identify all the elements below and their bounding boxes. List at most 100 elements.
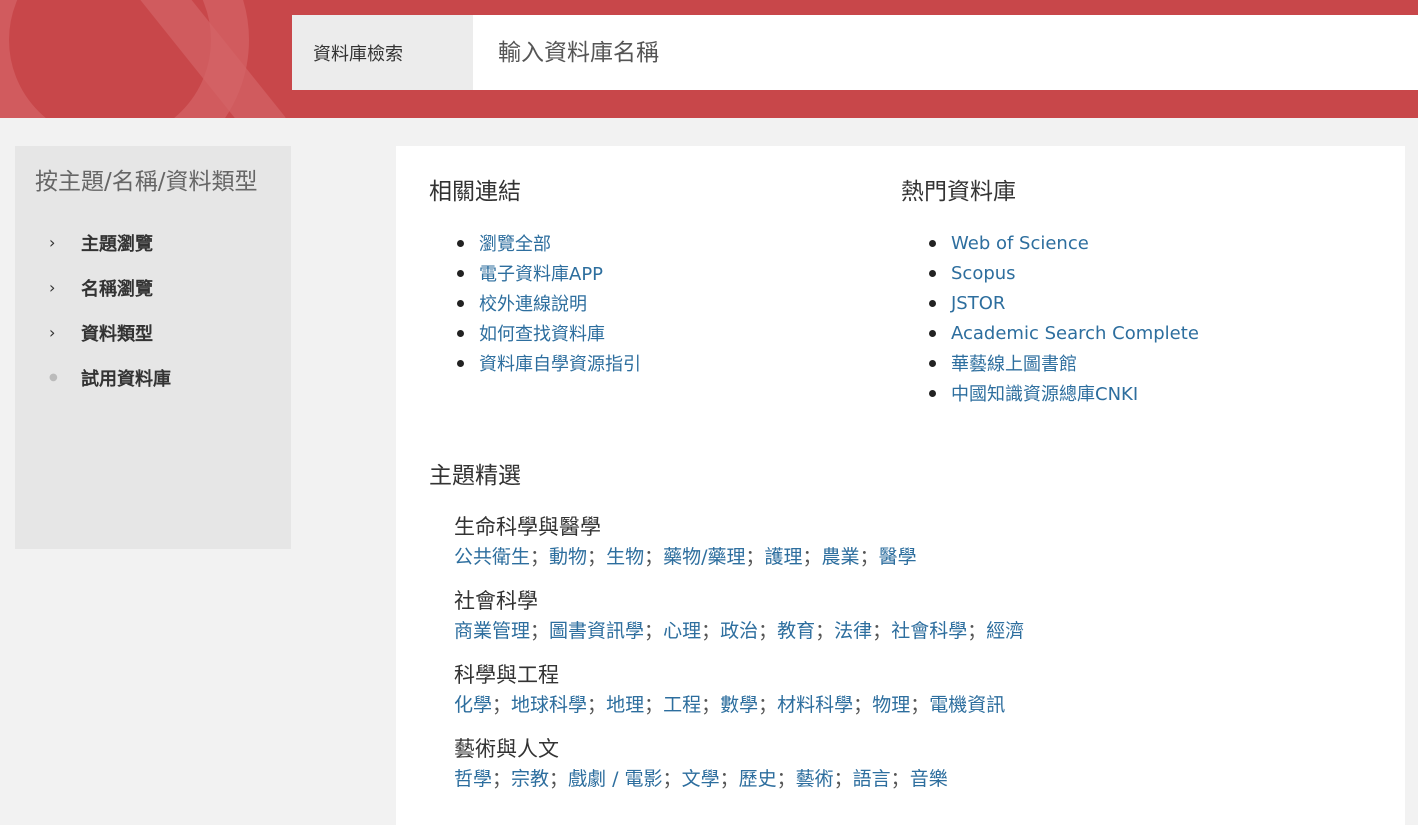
topic-link[interactable]: 地球科學 [511, 694, 587, 716]
topic-link[interactable]: 藝術 [796, 768, 834, 790]
link-web-of-science[interactable]: Web of Science [951, 233, 1089, 254]
sidebar-item-data-type[interactable]: › 資料類型 [35, 310, 271, 355]
sidebar-title: 按主題/名稱/資料類型 [35, 169, 258, 195]
list-item: 電子資料庫APP [429, 258, 869, 288]
topic-separator: ； [492, 694, 512, 716]
popular-databases-section: 熱門資料庫 Web of Science Scopus JSTOR Academ… [901, 176, 1381, 408]
list-item: Academic Search Complete [901, 318, 1381, 348]
list-item: JSTOR [901, 288, 1381, 318]
related-links-title: 相關連結 [429, 179, 521, 205]
link-airiti-library[interactable]: 華藝線上圖書館 [951, 350, 1077, 376]
search-input[interactable] [473, 15, 1418, 90]
topic-separator: ； [587, 546, 607, 568]
topic-link[interactable]: 護理 [765, 546, 803, 568]
topic-separator: ； [745, 546, 765, 568]
topic-separator: ； [549, 768, 569, 790]
topic-separator: ； [872, 620, 892, 642]
topic-link[interactable]: 社會科學 [891, 620, 967, 642]
sidebar-item-name-browse[interactable]: › 名稱瀏覽 [35, 265, 271, 310]
topic-group: 科學與工程 化學；地球科學；地理；工程；數學；材料科學；物理；電機資訊 [454, 660, 1369, 720]
topic-link[interactable]: 動物 [549, 546, 587, 568]
topic-heading: 社會科學 [454, 589, 538, 613]
link-off-campus-access[interactable]: 校外連線說明 [479, 290, 587, 316]
topic-link[interactable]: 戲劇 / 電影 [568, 768, 662, 790]
link-jstor[interactable]: JSTOR [951, 293, 1005, 314]
topic-link[interactable]: 語言 [853, 768, 891, 790]
chevron-right-icon: › [49, 278, 56, 297]
topic-link[interactable]: 電機資訊 [929, 694, 1005, 716]
topic-link[interactable]: 物理 [872, 694, 910, 716]
topic-link[interactable]: 藥物/藥理 [663, 546, 745, 568]
topic-separator: ； [644, 694, 664, 716]
topic-separator: ； [833, 768, 853, 790]
topic-link[interactable]: 商業管理 [454, 620, 530, 642]
search-label: 資料庫檢索 [292, 15, 473, 90]
list-item: 資料庫自學資源指引 [429, 348, 869, 378]
topic-separator: ； [701, 694, 721, 716]
header-banner: 資料庫檢索 [0, 0, 1418, 118]
topic-link[interactable]: 歷史 [739, 768, 777, 790]
dot-icon: ● [49, 372, 58, 383]
topic-group: 藝術與人文 哲學；宗教；戲劇 / 電影；文學；歷史；藝術；語言；音樂 [454, 734, 1369, 794]
link-academic-search-complete[interactable]: Academic Search Complete [951, 323, 1199, 344]
topic-link[interactable]: 經濟 [986, 620, 1024, 642]
topic-link[interactable]: 數學 [720, 694, 758, 716]
topic-separator: ； [910, 694, 930, 716]
topic-separator: ； [662, 768, 682, 790]
topic-heading: 科學與工程 [454, 663, 559, 687]
link-cnki[interactable]: 中國知識資源總庫CNKI [951, 380, 1138, 406]
topic-link[interactable]: 圖書資訊學 [549, 620, 644, 642]
list-item: 華藝線上圖書館 [901, 348, 1381, 378]
sidebar-item-trial-databases[interactable]: ● 試用資料庫 [35, 355, 271, 400]
topic-link[interactable]: 醫學 [879, 546, 917, 568]
topic-link[interactable]: 心理 [663, 620, 701, 642]
topic-link[interactable]: 工程 [663, 694, 701, 716]
topic-link[interactable]: 教育 [777, 620, 815, 642]
link-browse-all[interactable]: 瀏覽全部 [479, 230, 551, 256]
topic-links: 商業管理；圖書資訊學；心理；政治；教育；法律；社會科學；經濟 [454, 616, 1369, 646]
topic-link[interactable]: 生物 [606, 546, 644, 568]
topic-link[interactable]: 哲學 [454, 768, 492, 790]
related-links-list: 瀏覽全部 電子資料庫APP 校外連線說明 如何查找資料庫 資料庫自學資源指引 [429, 228, 869, 378]
topic-link[interactable]: 農業 [822, 546, 860, 568]
list-item: Scopus [901, 258, 1381, 288]
sidebar-item-label[interactable]: 資料類型 [81, 320, 153, 346]
topic-separator: ； [758, 620, 778, 642]
sidebar-item-label[interactable]: 主題瀏覽 [81, 230, 153, 256]
topic-separator: ； [802, 546, 822, 568]
sidebar-item-subject-browse[interactable]: › 主題瀏覽 [35, 220, 271, 265]
topic-separator: ； [890, 768, 910, 790]
topic-separator: ； [587, 694, 607, 716]
topic-link[interactable]: 地理 [606, 694, 644, 716]
topic-separator: ； [967, 620, 987, 642]
popular-databases-title: 熱門資料庫 [901, 179, 1016, 205]
link-how-to-find-databases[interactable]: 如何查找資料庫 [479, 320, 605, 346]
sidebar-nav: › 主題瀏覽 › 名稱瀏覽 › 資料類型 ● 試用資料庫 [35, 220, 271, 400]
topic-link[interactable]: 宗教 [511, 768, 549, 790]
list-item: 中國知識資源總庫CNKI [901, 378, 1381, 408]
popular-databases-list: Web of Science Scopus JSTOR Academic Sea… [901, 228, 1381, 408]
sidebar-item-label[interactable]: 名稱瀏覽 [81, 275, 153, 301]
topic-link[interactable]: 法律 [834, 620, 872, 642]
topic-link[interactable]: 政治 [720, 620, 758, 642]
link-scopus[interactable]: Scopus [951, 263, 1016, 284]
related-links-section: 相關連結 瀏覽全部 電子資料庫APP 校外連線說明 如何查找資料庫 資料庫自學資… [429, 176, 869, 378]
topic-link[interactable]: 文學 [682, 768, 720, 790]
sidebar-item-label[interactable]: 試用資料庫 [81, 365, 171, 391]
topic-separator: ； [758, 694, 778, 716]
list-item: Web of Science [901, 228, 1381, 258]
topic-group: 社會科學 商業管理；圖書資訊學；心理；政治；教育；法律；社會科學；經濟 [454, 586, 1369, 646]
topic-link[interactable]: 音樂 [910, 768, 948, 790]
link-self-learning-guide[interactable]: 資料庫自學資源指引 [479, 350, 641, 376]
topic-separator: ； [859, 546, 879, 568]
topic-link[interactable]: 材料科學 [777, 694, 853, 716]
topic-link[interactable]: 公共衛生 [454, 546, 530, 568]
topic-separator: ； [644, 620, 664, 642]
featured-topics-section: 主題精選 生命科學與醫學 公共衛生；動物；生物；藥物/藥理；護理；農業；醫學 社會科… [429, 460, 1369, 808]
link-database-app[interactable]: 電子資料庫APP [479, 260, 603, 286]
list-item: 如何查找資料庫 [429, 318, 869, 348]
topic-groups: 生命科學與醫學 公共衛生；動物；生物；藥物/藥理；護理；農業；醫學 社會科學 商業管理… [429, 512, 1369, 794]
topic-link[interactable]: 化學 [454, 694, 492, 716]
topic-group: 生命科學與醫學 公共衛生；動物；生物；藥物/藥理；護理；農業；醫學 [454, 512, 1369, 572]
topic-separator: ； [530, 546, 550, 568]
